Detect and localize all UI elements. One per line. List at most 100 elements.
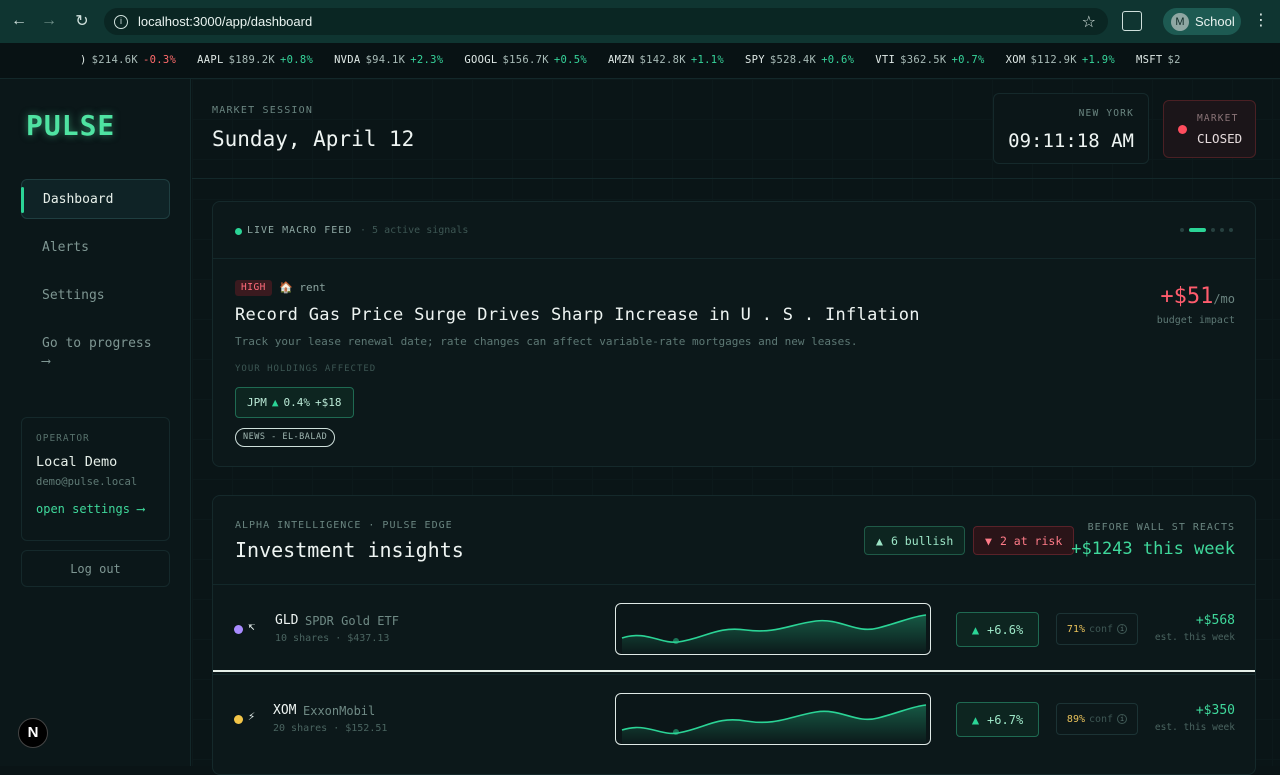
carousel-dot[interactable] bbox=[1220, 228, 1224, 232]
market-status-badge: MARKET CLOSED bbox=[1163, 100, 1256, 158]
feed-label: LIVE MACRO FEED bbox=[247, 225, 353, 236]
sidebar-item-label: Go to progress bbox=[42, 336, 152, 351]
site-info-icon[interactable]: i bbox=[114, 14, 128, 29]
sidebar-item-settings[interactable]: Settings bbox=[21, 275, 170, 315]
insight-row[interactable]: ↸ GLD SPDR Gold ETF 10 shares · $437.13 … bbox=[213, 584, 1255, 672]
sidebar-item-dashboard[interactable]: Dashboard bbox=[21, 179, 170, 219]
insights-title: Investment insights bbox=[235, 538, 464, 562]
ticker-price: $189.2K bbox=[228, 54, 275, 66]
ticker-change: +1.1% bbox=[690, 54, 724, 66]
ticker-change: +0.5% bbox=[553, 54, 587, 66]
bookmark-star-icon[interactable]: ☆ bbox=[1082, 12, 1096, 32]
ticker-symbol: VTI bbox=[875, 54, 896, 66]
sparkline[interactable] bbox=[615, 693, 931, 745]
triangle-down-icon: ▼ bbox=[985, 533, 992, 548]
ticker-price: $2 bbox=[1167, 54, 1181, 66]
status-dot-icon bbox=[1178, 125, 1187, 134]
estimated-earnings: +$568 est. this week bbox=[1155, 613, 1235, 643]
sidebar-item-label: Dashboard bbox=[43, 191, 114, 207]
ticker-price: $112.9K bbox=[1030, 54, 1077, 66]
ticker-price: $362.5K bbox=[900, 54, 947, 66]
ticker-item: ) $214.6K -0.3% bbox=[80, 54, 176, 66]
earn-value: +$350 bbox=[1195, 703, 1235, 718]
clock-city: NEW YORK bbox=[1078, 108, 1134, 119]
confidence-label: conf bbox=[1088, 623, 1114, 635]
holding-symbol: JPM bbox=[247, 396, 267, 409]
profile-button[interactable]: M School bbox=[1163, 8, 1241, 35]
change-value: +6.7% bbox=[987, 712, 1024, 727]
carousel-dot[interactable] bbox=[1211, 228, 1215, 232]
weekly-edge-label: BEFORE WALL ST REACTS bbox=[1087, 522, 1235, 533]
ticker-item: AMZN $142.8K +1.1% bbox=[608, 54, 724, 66]
asset-color-dot bbox=[234, 715, 243, 724]
confidence-badge[interactable]: 89% conf i bbox=[1056, 703, 1138, 735]
clock-card: NEW YORK 09:11:18 AM bbox=[993, 93, 1149, 164]
carousel-dot-active[interactable] bbox=[1189, 228, 1206, 232]
carousel-dot[interactable] bbox=[1180, 228, 1184, 232]
carousel-dots[interactable] bbox=[1180, 228, 1233, 232]
investment-insights-card: ALPHA INTELLIGENCE · PULSE EDGE Investme… bbox=[212, 495, 1256, 775]
url-text: localhost:3000/app/dashboard bbox=[138, 14, 313, 29]
market-status: CLOSED bbox=[1197, 131, 1243, 146]
earn-label: est. this week bbox=[1154, 632, 1235, 643]
triangle-up-icon: ▲ bbox=[876, 533, 883, 548]
category-label: 🏠 rent bbox=[279, 281, 326, 294]
ticker-change: +0.8% bbox=[279, 54, 314, 66]
address-bar[interactable]: i localhost:3000/app/dashboard ☆ bbox=[104, 8, 1108, 35]
menu-kebab-icon[interactable]: ⋮ bbox=[1253, 12, 1269, 30]
source-tag[interactable]: NEWS - EL-BALAD bbox=[235, 428, 336, 447]
market-label: MARKET bbox=[1197, 113, 1239, 124]
bullish-filter[interactable]: ▲ 6 bullish bbox=[864, 526, 966, 555]
sparkline[interactable] bbox=[615, 603, 931, 655]
impact-label: budget impact bbox=[1156, 315, 1235, 326]
confidence-value: 71% bbox=[1066, 623, 1085, 635]
ticker-price: $214.6K bbox=[91, 54, 138, 66]
sidebar-item-go-to-progress[interactable]: Go to progress ⟶ bbox=[21, 331, 170, 375]
next-dev-badge[interactable]: N bbox=[18, 718, 48, 748]
main-content: MARKET SESSION Sunday, April 12 NEW YORK… bbox=[192, 79, 1280, 775]
trend-arrow-icon: ↸ bbox=[248, 619, 256, 633]
operator-card: OPERATOR Local Demo demo@pulse.local ope… bbox=[21, 417, 170, 541]
sidebar-item-alerts[interactable]: Alerts bbox=[21, 227, 170, 267]
insight-row[interactable]: ⚡ XOM ExxonMobil 20 shares · $152.51 ▲ +… bbox=[213, 674, 1255, 762]
ticker-item: MSFT $2 bbox=[1136, 54, 1186, 66]
ticker-item: GOOGL $156.7K +0.5% bbox=[464, 54, 587, 66]
ticker-price: $528.4K bbox=[769, 54, 817, 66]
ticker-symbol: AAPL bbox=[197, 54, 224, 66]
confidence-badge[interactable]: 71% conf i bbox=[1056, 613, 1138, 645]
page-header: MARKET SESSION Sunday, April 12 NEW YORK… bbox=[192, 79, 1280, 179]
reload-icon[interactable]: ↻ bbox=[70, 9, 94, 33]
confidence-value: 89% bbox=[1066, 713, 1085, 725]
browser-toolbar: ← → ↻ i localhost:3000/app/dashboard ☆ M… bbox=[0, 0, 1280, 43]
info-icon[interactable]: i bbox=[1117, 624, 1128, 634]
ticker-item: XOM $112.9K +1.9% bbox=[1006, 54, 1115, 66]
ticker-symbol: GOOGL bbox=[464, 54, 498, 66]
carousel-dot[interactable] bbox=[1229, 228, 1233, 232]
asset-meta: 10 shares · $437.13 bbox=[275, 633, 390, 644]
sparkline-svg bbox=[621, 614, 927, 654]
pulse-logo: PULSE bbox=[26, 109, 116, 142]
operator-email: demo@pulse.local bbox=[36, 476, 138, 488]
ticker-item: NVDA $94.1K +2.3% bbox=[334, 54, 443, 66]
logout-button[interactable]: Log out bbox=[21, 550, 170, 587]
earn-label: est. this week bbox=[1154, 722, 1235, 733]
confidence-label: conf bbox=[1088, 713, 1114, 725]
change-value: +6.6% bbox=[987, 622, 1024, 637]
estimated-earnings: +$350 est. this week bbox=[1155, 703, 1235, 733]
back-icon[interactable]: ← bbox=[7, 9, 31, 33]
insights-label: ALPHA INTELLIGENCE · PULSE EDGE bbox=[235, 520, 453, 531]
bullish-count: 6 bullish bbox=[890, 533, 954, 548]
page-title: Sunday, April 12 bbox=[212, 127, 415, 151]
ticker-price: $142.8K bbox=[639, 54, 686, 66]
open-settings-link[interactable]: open settings ⟶ bbox=[36, 502, 155, 516]
sidebar-item-label: Alerts bbox=[42, 239, 89, 255]
at-risk-filter[interactable]: ▼ 2 at risk bbox=[973, 526, 1075, 555]
extensions-icon[interactable] bbox=[1122, 11, 1142, 31]
ticker-change: -0.3% bbox=[142, 54, 177, 66]
forward-icon[interactable]: → bbox=[37, 9, 61, 33]
asset-meta: 20 shares · $152.51 bbox=[273, 723, 388, 734]
holding-chip-jpm[interactable]: JPM ▲ 0.4% +$18 bbox=[235, 387, 354, 418]
info-icon[interactable]: i bbox=[1117, 714, 1128, 724]
avatar: M bbox=[1171, 12, 1189, 31]
holdings-label: YOUR HOLDINGS AFFECTED bbox=[235, 364, 377, 374]
